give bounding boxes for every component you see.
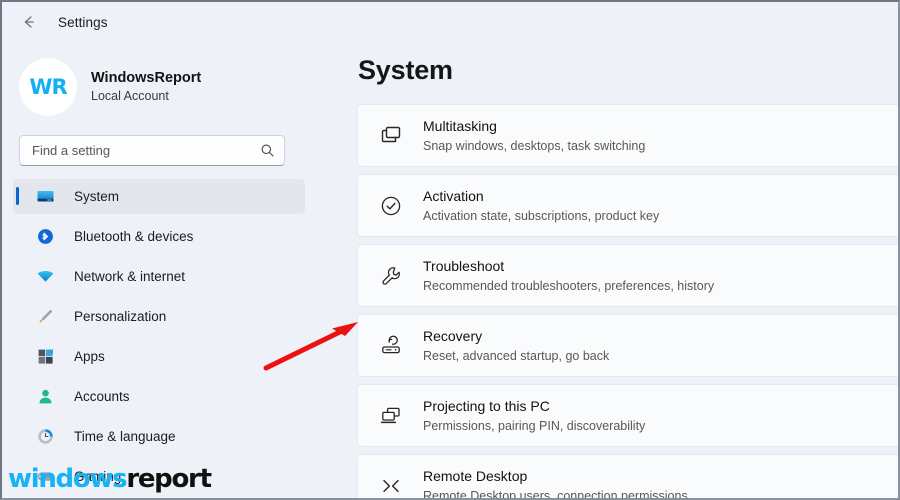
sidebar-item-label: Accounts — [74, 389, 130, 404]
settings-card-recovery[interactable]: Recovery Reset, advanced startup, go bac… — [357, 314, 898, 377]
bluetooth-icon — [35, 227, 55, 247]
check-circle-icon — [376, 191, 406, 221]
recovery-drive-icon — [376, 331, 406, 361]
sidebar-item-label: Network & internet — [74, 269, 185, 284]
settings-card-activation[interactable]: Activation Activation state, subscriptio… — [357, 174, 898, 237]
sidebar-item-label: Gaming — [74, 469, 121, 484]
sidebar-item-time-language[interactable]: Time & language — [13, 419, 305, 454]
projecting-screens-icon — [376, 401, 406, 431]
search-icon[interactable] — [260, 143, 275, 158]
card-subtitle: Remote Desktop users, connection permiss… — [423, 487, 688, 498]
card-text: Activation Activation state, subscriptio… — [423, 186, 659, 225]
sidebar: WR WindowsReport Local Account — [2, 42, 322, 500]
search-input[interactable] — [32, 143, 260, 158]
card-text: Troubleshoot Recommended troubleshooters… — [423, 256, 714, 295]
sidebar-item-label: Personalization — [74, 309, 166, 324]
main-pane: System Multitasking Snap windows, deskto… — [322, 42, 898, 498]
settings-card-list: Multitasking Snap windows, desktops, tas… — [357, 104, 898, 498]
sidebar-item-personalization[interactable]: Personalization — [13, 299, 305, 334]
card-title: Recovery — [423, 326, 609, 347]
clock-icon — [35, 427, 55, 447]
settings-card-projecting-to-this-pc[interactable]: Projecting to this PC Permissions, pairi… — [357, 384, 898, 447]
sidebar-item-label: System — [74, 189, 119, 204]
card-title: Remote Desktop — [423, 466, 688, 487]
sidebar-item-label: Apps — [74, 349, 105, 364]
back-arrow-icon — [20, 13, 38, 31]
avatar: WR — [19, 58, 77, 116]
card-text: Multitasking Snap windows, desktops, tas… — [423, 116, 645, 155]
back-button[interactable] — [16, 9, 42, 35]
settings-card-remote-desktop[interactable]: Remote Desktop Remote Desktop users, con… — [357, 454, 898, 498]
window-titlebar: Settings — [2, 2, 898, 42]
card-text: Recovery Reset, advanced startup, go bac… — [423, 326, 609, 365]
settings-window: Settings WR WindowsReport Local Account — [0, 0, 900, 500]
account-info: WindowsReport Local Account — [91, 69, 201, 105]
sidebar-item-bluetooth-devices[interactable]: Bluetooth & devices — [13, 219, 305, 254]
sidebar-item-network-internet[interactable]: Network & internet — [13, 259, 305, 294]
search-box[interactable] — [19, 135, 285, 166]
card-subtitle: Recommended troubleshooters, preferences… — [423, 277, 714, 295]
person-icon — [35, 387, 55, 407]
sidebar-item-gaming[interactable]: Gaming — [13, 459, 305, 494]
card-title: Projecting to this PC — [423, 396, 645, 417]
settings-card-troubleshoot[interactable]: Troubleshoot Recommended troubleshooters… — [357, 244, 898, 307]
account-type: Local Account — [91, 88, 201, 105]
windows-stack-icon — [376, 121, 406, 151]
sidebar-item-system[interactable]: System — [13, 179, 305, 214]
avatar-initials: WR — [29, 75, 66, 99]
sidebar-item-accounts[interactable]: Accounts — [13, 379, 305, 414]
card-subtitle: Snap windows, desktops, task switching — [423, 137, 645, 155]
account-name: WindowsReport — [91, 69, 201, 89]
page-title: System — [358, 55, 898, 86]
card-title: Troubleshoot — [423, 256, 714, 277]
account-block[interactable]: WR WindowsReport Local Account — [2, 42, 322, 116]
window-title: Settings — [58, 15, 108, 30]
settings-card-multitasking[interactable]: Multitasking Snap windows, desktops, tas… — [357, 104, 898, 167]
gamepad-icon — [35, 467, 55, 487]
sidebar-nav: System Bluetooth & devices — [2, 179, 322, 494]
sidebar-item-apps[interactable]: Apps — [13, 339, 305, 374]
wrench-icon — [376, 261, 406, 291]
card-text: Projecting to this PC Permissions, pairi… — [423, 396, 645, 435]
card-title: Multitasking — [423, 116, 645, 137]
paintbrush-icon — [35, 307, 55, 327]
sidebar-item-label: Bluetooth & devices — [74, 229, 193, 244]
card-subtitle: Permissions, pairing PIN, discoverabilit… — [423, 417, 645, 435]
wifi-icon — [35, 267, 55, 287]
remote-desktop-icon — [376, 471, 406, 499]
apps-grid-icon — [35, 347, 55, 367]
monitor-icon — [35, 187, 55, 207]
card-subtitle: Reset, advanced startup, go back — [423, 347, 609, 365]
card-title: Activation — [423, 186, 659, 207]
card-subtitle: Activation state, subscriptions, product… — [423, 207, 659, 225]
card-text: Remote Desktop Remote Desktop users, con… — [423, 466, 688, 498]
sidebar-item-label: Time & language — [74, 429, 176, 444]
